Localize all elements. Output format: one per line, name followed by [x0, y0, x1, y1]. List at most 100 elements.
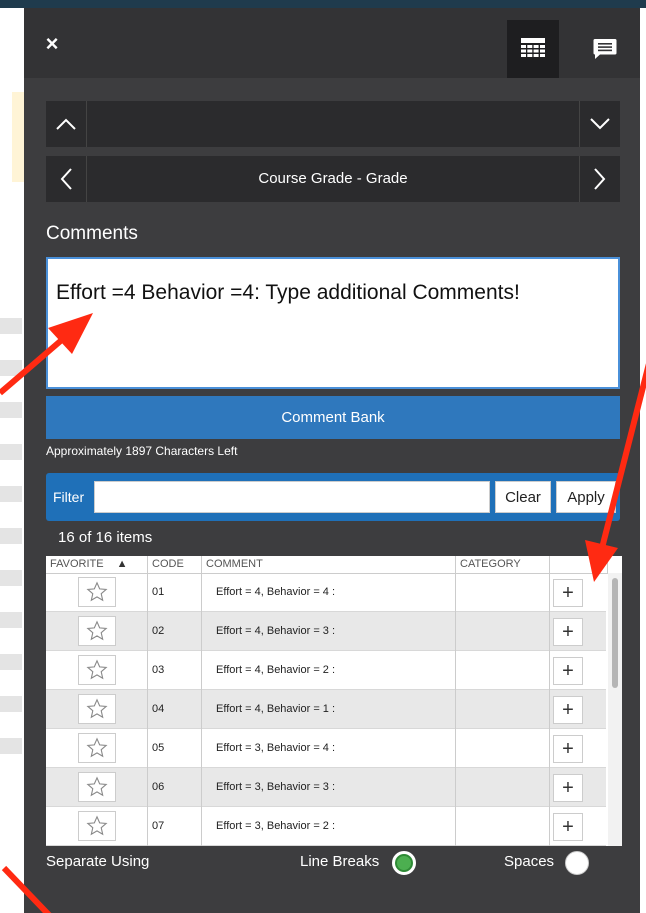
favorite-star-button[interactable] [78, 616, 116, 646]
characters-left-text: Approximately 1897 Characters Left [46, 444, 238, 458]
add-comment-button[interactable]: + [553, 618, 583, 646]
background-row [0, 612, 22, 628]
background-row [0, 528, 22, 544]
favorite-column-header[interactable]: FAVORITE ▲ [46, 556, 148, 573]
add-comment-button[interactable]: + [553, 696, 583, 724]
category-cell [456, 768, 550, 807]
code-cell: 07 [148, 807, 202, 846]
favorite-star-button[interactable] [78, 577, 116, 607]
comment-bank-button[interactable]: Comment Bank [46, 396, 620, 439]
add-comment-button[interactable]: + [553, 579, 583, 607]
star-icon [86, 581, 108, 602]
background-top-bar [0, 0, 646, 8]
favorite-cell [46, 768, 148, 807]
filter-label: Filter [53, 489, 85, 505]
favorite-star-button[interactable] [78, 772, 116, 802]
comment-textarea[interactable]: Effort =4 Behavior =4: Type additional C… [46, 257, 620, 389]
table-row[interactable]: 06 Effort = 3, Behavior = 3 : + [46, 768, 606, 807]
favorite-star-button[interactable] [78, 733, 116, 763]
comment-column-header[interactable]: COMMENT [202, 556, 456, 573]
grid-view-button[interactable] [507, 20, 559, 78]
favorite-cell [46, 612, 148, 651]
code-cell: 03 [148, 651, 202, 690]
star-icon [86, 620, 108, 641]
close-button[interactable]: × [38, 30, 66, 58]
previous-assignment-button[interactable] [46, 156, 87, 202]
code-cell: 06 [148, 768, 202, 807]
chevron-left-icon [60, 168, 72, 190]
sort-ascending-icon: ▲ [116, 558, 128, 570]
previous-student-button[interactable] [46, 101, 87, 147]
table-row[interactable]: 01 Effort = 4, Behavior = 4 : + [46, 573, 606, 612]
chevron-right-icon [594, 168, 606, 190]
add-column-header [550, 556, 608, 573]
code-cell: 04 [148, 690, 202, 729]
table-scrollbar-thumb[interactable] [612, 578, 618, 688]
add-comment-button[interactable]: + [553, 735, 583, 763]
comments-view-button[interactable] [579, 20, 631, 78]
table-row[interactable]: 04 Effort = 4, Behavior = 1 : + [46, 690, 606, 729]
background-row [0, 444, 22, 460]
code-cell: 05 [148, 729, 202, 768]
line-breaks-radio[interactable] [392, 851, 416, 875]
favorite-cell [46, 729, 148, 768]
comment-cell: Effort = 4, Behavior = 1 : [202, 690, 456, 729]
category-cell [456, 612, 550, 651]
background-row [0, 318, 22, 334]
favorite-cell [46, 573, 148, 612]
comment-cell: Effort = 3, Behavior = 2 : [202, 807, 456, 846]
favorite-star-button[interactable] [78, 811, 116, 841]
assignment-name: Course Grade - Grade [258, 170, 408, 187]
favorite-star-button[interactable] [78, 655, 116, 685]
grid-icon [521, 38, 545, 57]
line-breaks-label: Line Breaks [300, 853, 380, 870]
apply-button[interactable]: Apply [556, 481, 616, 513]
favorite-star-button[interactable] [78, 694, 116, 724]
comment-icon [593, 39, 617, 59]
comment-cell: Effort = 3, Behavior = 3 : [202, 768, 456, 807]
table-row[interactable]: 05 Effort = 3, Behavior = 4 : + [46, 729, 606, 768]
assignment-navigator: Course Grade - Grade [46, 156, 620, 202]
background-row [0, 360, 22, 376]
star-icon [86, 659, 108, 680]
items-count: 16 of 16 items [58, 529, 153, 546]
add-comment-button[interactable]: + [553, 657, 583, 685]
background-row [0, 402, 22, 418]
filter-input[interactable] [94, 481, 490, 513]
chevron-up-icon [56, 118, 76, 130]
clear-button[interactable]: Clear [495, 481, 551, 513]
table-row[interactable]: 02 Effort = 4, Behavior = 3 : + [46, 612, 606, 651]
code-column-header[interactable]: CODE [148, 556, 202, 573]
category-column-header[interactable]: CATEGORY [456, 556, 550, 573]
table-row[interactable]: 07 Effort = 3, Behavior = 2 : + [46, 807, 606, 846]
spaces-label: Spaces [504, 853, 555, 870]
spaces-radio[interactable] [565, 851, 589, 875]
next-assignment-button[interactable] [579, 156, 620, 202]
background-row [0, 486, 22, 502]
comment-bank-table: FAVORITE ▲ CODE COMMENT CATEGORY 01 Effor… [46, 556, 622, 846]
category-cell [456, 690, 550, 729]
separate-using-row: Separate Using Line Breaks Spaces [46, 849, 620, 877]
favorite-cell [46, 690, 148, 729]
code-cell: 02 [148, 612, 202, 651]
filter-bar: Filter Clear Apply [46, 473, 620, 521]
category-cell [456, 651, 550, 690]
category-cell [456, 573, 550, 612]
code-cell: 01 [148, 573, 202, 612]
star-icon [86, 815, 108, 836]
comments-drawer: × Course Grade - Grade Comments Effort =… [24, 8, 640, 913]
comment-cell: Effort = 3, Behavior = 4 : [202, 729, 456, 768]
category-cell [456, 729, 550, 768]
category-cell [456, 807, 550, 846]
favorite-header-label: FAVORITE [50, 558, 104, 570]
next-student-button[interactable] [579, 101, 620, 147]
add-comment-button[interactable]: + [553, 813, 583, 841]
chevron-down-icon [590, 118, 610, 130]
background-row [0, 738, 22, 754]
separate-using-label: Separate Using [46, 853, 150, 870]
star-icon [86, 737, 108, 758]
table-row[interactable]: 03 Effort = 4, Behavior = 2 : + [46, 651, 606, 690]
add-comment-button[interactable]: + [553, 774, 583, 802]
background-row [0, 654, 22, 670]
comment-cell: Effort = 4, Behavior = 2 : [202, 651, 456, 690]
